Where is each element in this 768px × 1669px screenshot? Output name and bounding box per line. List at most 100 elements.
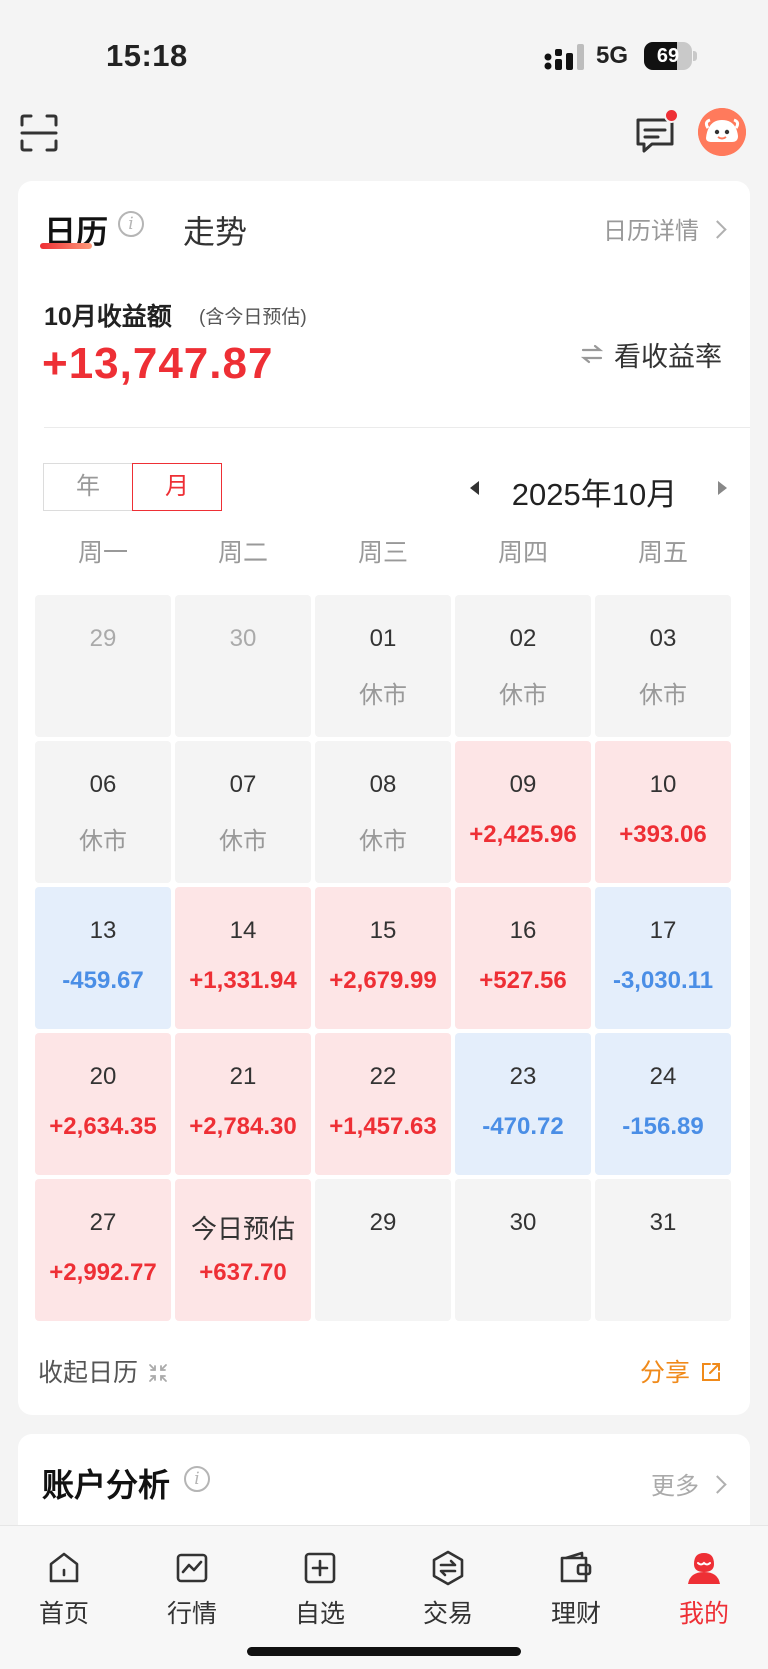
avatar-icon[interactable] <box>698 108 746 156</box>
day-value: -459.67 <box>62 967 144 994</box>
calendar-day-cell[interactable]: 30 <box>175 595 311 737</box>
battery-percent: 69 <box>656 45 680 67</box>
day-number: 01 <box>369 625 397 652</box>
bottom-nav: 首页 行情 自选 交易 理财 我的 <box>0 1525 768 1669</box>
calendar-day-cell[interactable]: 21 +2,784.30 <box>175 1033 311 1175</box>
view-mode-switch: 年 月 <box>43 463 223 511</box>
calendar-detail-link[interactable]: 日历详情 <box>603 211 727 246</box>
day-number: 22 <box>369 1063 397 1090</box>
calendar-day-cell[interactable]: 03 休市 <box>595 595 731 737</box>
day-value: +2,425.96 <box>469 821 577 848</box>
year-mode-button[interactable]: 年 <box>43 463 133 511</box>
day-number: 07 <box>229 771 257 798</box>
calendar-day-cell[interactable]: 29 <box>315 1179 451 1321</box>
calendar-day-cell[interactable]: 27 +2,992.77 <box>35 1179 171 1321</box>
calendar-day-cell[interactable]: 13 -459.67 <box>35 887 171 1029</box>
day-value: +2,992.77 <box>49 1259 157 1286</box>
more-link[interactable]: 更多 <box>651 1466 727 1501</box>
calendar-day-cell[interactable]: 20 +2,634.35 <box>35 1033 171 1175</box>
day-value: +637.70 <box>199 1259 287 1286</box>
day-number: 15 <box>369 917 397 944</box>
day-value: 休市 <box>359 828 407 855</box>
info-icon[interactable]: i <box>184 1466 210 1492</box>
day-number: 16 <box>509 917 537 944</box>
calendar-day-cell[interactable]: 23 -470.72 <box>455 1033 591 1175</box>
calendar-day-cell[interactable]: 30 <box>455 1179 591 1321</box>
month-mode-button[interactable]: 月 <box>132 463 222 511</box>
nav-watchlist[interactable]: 自选 <box>256 1526 384 1636</box>
day-number: 27 <box>89 1209 117 1236</box>
day-value: -156.89 <box>622 1113 704 1140</box>
calendar-day-cell[interactable]: 02 休市 <box>455 595 591 737</box>
profile-icon <box>688 1553 720 1584</box>
collapse-calendar-label: 收起日历 <box>38 1359 139 1387</box>
wallet-icon <box>560 1551 592 1583</box>
day-value: +1,331.94 <box>189 967 297 994</box>
calendar-tabs: 日历 i 走势 日历详情 <box>18 181 750 261</box>
day-value: +393.06 <box>619 821 707 848</box>
day-number: 29 <box>89 625 117 652</box>
status-time: 15:18 <box>106 38 188 73</box>
month-navigator: 2025年10月 <box>442 463 732 512</box>
tab-active-indicator <box>40 243 92 249</box>
tab-trend[interactable]: 走势 <box>183 207 247 253</box>
day-number: 31 <box>649 1209 677 1236</box>
market-icon <box>176 1553 208 1583</box>
collapse-calendar-button[interactable]: 收起日历 <box>38 1353 168 1389</box>
calendar-day-cell[interactable]: 08 休市 <box>315 741 451 883</box>
home-icon <box>49 1552 79 1583</box>
day-number: 08 <box>369 771 397 798</box>
info-icon[interactable]: i <box>118 211 144 237</box>
day-number: 03 <box>649 625 677 652</box>
calendar-day-cell[interactable]: 10 +393.06 <box>595 741 731 883</box>
day-number: 09 <box>509 771 537 798</box>
calendar-day-cell[interactable]: 09 +2,425.96 <box>455 741 591 883</box>
calendar-day-cell[interactable]: 17 -3,030.11 <box>595 887 731 1029</box>
calendar-day-cell[interactable]: 15 +2,679.99 <box>315 887 451 1029</box>
next-month-icon[interactable] <box>718 481 727 495</box>
nav-home[interactable]: 首页 <box>0 1526 128 1636</box>
day-number: 今日预估 <box>190 1214 295 1244</box>
day-value: 休市 <box>219 828 267 855</box>
weekday-label: 周五 <box>637 539 688 567</box>
watchlist-icon <box>304 1552 336 1584</box>
day-number: 20 <box>89 1063 117 1090</box>
calendar-card: 日历 i 走势 日历详情 10月收益额 (含今日预估) +13,747.87 看… <box>18 181 750 1415</box>
day-number: 29 <box>369 1209 397 1236</box>
nav-profile[interactable]: 我的 <box>640 1526 768 1636</box>
view-rate-toggle[interactable]: 看收益率 <box>580 335 722 374</box>
day-value: +2,784.30 <box>189 1113 297 1140</box>
calendar-day-cell[interactable]: 16 +527.56 <box>455 887 591 1029</box>
scan-icon[interactable] <box>20 114 58 152</box>
day-number: 23 <box>509 1063 537 1090</box>
nav-trade[interactable]: 交易 <box>384 1526 512 1636</box>
calendar-day-cell[interactable]: 22 +1,457.63 <box>315 1033 451 1175</box>
calendar-day-cell[interactable]: 29 <box>35 595 171 737</box>
account-analysis-title: 账户分析 <box>42 1467 171 1503</box>
calendar-day-cell[interactable]: 24 -156.89 <box>595 1033 731 1175</box>
nav-label: 交易 <box>422 1600 473 1628</box>
day-number: 30 <box>509 1209 537 1236</box>
nav-wealth[interactable]: 理财 <box>512 1526 640 1636</box>
top-header <box>0 100 768 172</box>
day-number: 30 <box>229 625 257 652</box>
month-title: 2025年10月 <box>511 477 678 512</box>
battery-icon: 69 <box>644 42 697 70</box>
nav-market[interactable]: 行情 <box>128 1526 256 1636</box>
day-value: -3,030.11 <box>612 967 714 994</box>
chevron-right-icon <box>708 1475 727 1494</box>
calendar-day-cell[interactable]: 06 休市 <box>35 741 171 883</box>
share-label: 分享 <box>639 1359 690 1387</box>
more-label: 更多 <box>651 1473 699 1500</box>
weekday-label: 周四 <box>497 539 548 567</box>
calendar-day-cell[interactable]: 14 +1,331.94 <box>175 887 311 1029</box>
calendar-day-cell[interactable]: 31 <box>595 1179 731 1321</box>
weekday-label: 周三 <box>357 539 408 567</box>
calendar-day-cell[interactable]: 07 休市 <box>175 741 311 883</box>
nav-label: 首页 <box>38 1600 89 1628</box>
calendar-day-cell[interactable]: 01 休市 <box>315 595 451 737</box>
share-button[interactable]: 分享 <box>640 1353 722 1389</box>
calendar-day-cell[interactable]: 今日预估 +637.70 <box>175 1179 311 1321</box>
day-number: 02 <box>509 625 537 652</box>
trade-icon <box>432 1550 464 1586</box>
